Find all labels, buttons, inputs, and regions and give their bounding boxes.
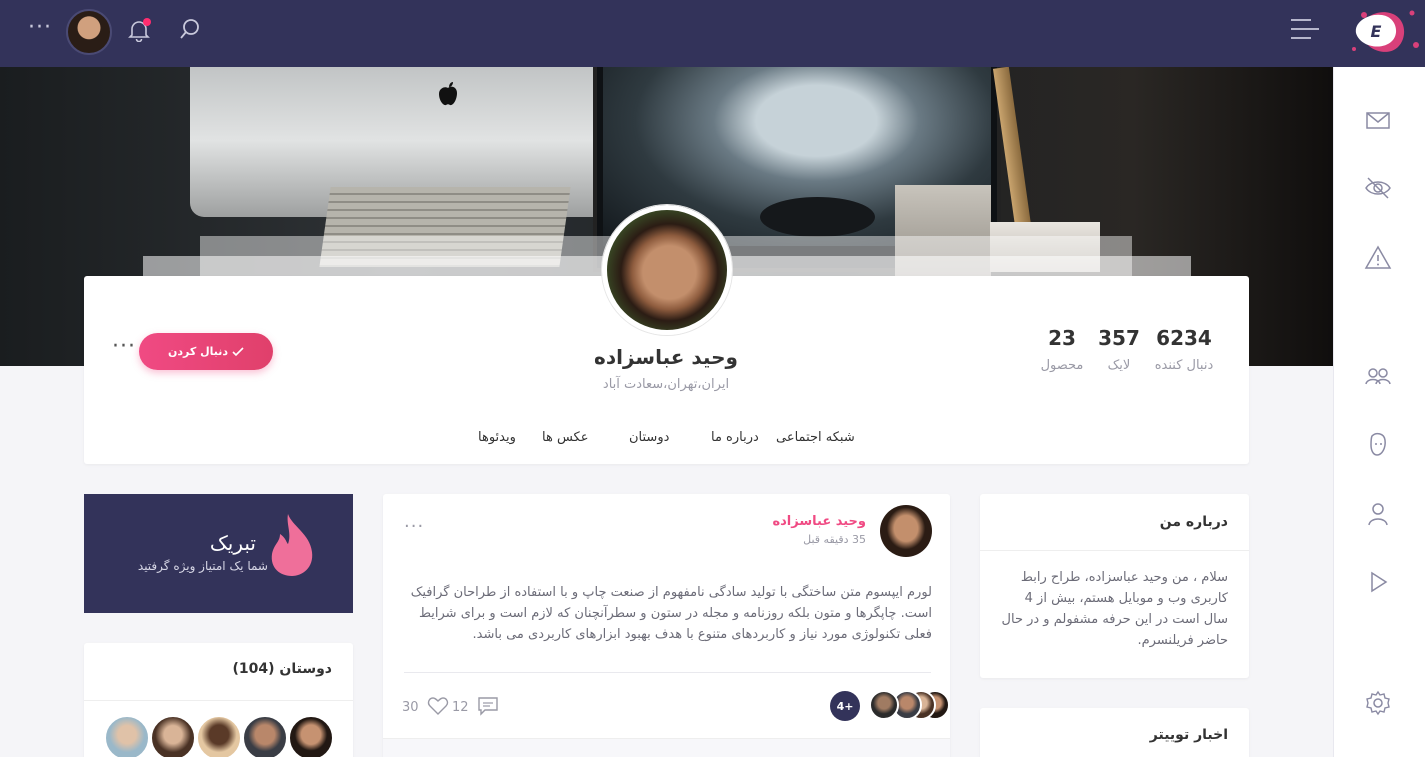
friend-avatar[interactable]: [150, 715, 196, 757]
more-dots-icon[interactable]: ···: [28, 17, 52, 39]
congrats-title: تبریک: [209, 531, 256, 555]
divider: [84, 700, 353, 701]
follow-button[interactable]: دنبال کردن: [139, 333, 273, 370]
flame-icon: [266, 512, 318, 578]
logo-letter: E: [1371, 22, 1382, 41]
liker-avatar[interactable]: [869, 690, 899, 720]
user-icon[interactable]: [1364, 500, 1392, 528]
comments-count[interactable]: 12: [452, 696, 499, 716]
tab-social[interactable]: شبکه اجتماعی: [776, 430, 855, 445]
right-sidebar: [1333, 67, 1425, 757]
tab-friends[interactable]: دوستان: [629, 430, 669, 445]
divider: [980, 550, 1249, 551]
profile-avatar[interactable]: [602, 205, 732, 335]
post-more-icon[interactable]: ···: [404, 516, 424, 537]
post-body: لورم ایپسوم متن ساختگی با تولید سادگی نا…: [410, 585, 932, 642]
heart-icon: [427, 697, 448, 715]
stat-label: محصول: [1040, 358, 1084, 373]
post-author-avatar[interactable]: [880, 505, 932, 557]
friends-title: دوستان (104): [232, 661, 333, 677]
tab-videos[interactable]: ویدئوها: [478, 430, 516, 445]
tab-photos[interactable]: عکس ها: [542, 430, 588, 445]
post-time: 35 دقیقه قبل: [803, 533, 866, 546]
post-author[interactable]: وحید عباسزاده: [700, 514, 866, 529]
profile-location: ایران،تهران،سعادت آباد: [602, 377, 730, 392]
more-likers-badge[interactable]: 4+: [830, 691, 860, 721]
profile-more-icon[interactable]: ···: [112, 336, 136, 358]
hamburger-menu-icon[interactable]: [1289, 17, 1321, 41]
friend-avatar[interactable]: [104, 715, 150, 757]
stat-products: 23 محصول: [1022, 326, 1102, 373]
divider: [404, 672, 931, 673]
users-icon[interactable]: [1364, 362, 1392, 390]
mail-icon[interactable]: [1364, 106, 1392, 134]
bell-icon[interactable]: [128, 18, 151, 43]
cover-puck: [760, 197, 875, 237]
eye-off-icon[interactable]: [1364, 174, 1392, 202]
notification-dot: [143, 18, 151, 26]
face-icon[interactable]: [1364, 430, 1392, 458]
warning-icon[interactable]: [1364, 244, 1392, 272]
search-icon[interactable]: [178, 17, 202, 41]
comment-icon: [477, 697, 498, 716]
friend-avatar[interactable]: [242, 715, 288, 757]
play-icon[interactable]: [1364, 568, 1392, 596]
check-icon: [232, 346, 244, 356]
apple-logo-icon: [437, 81, 459, 107]
comments-value: 12: [452, 700, 469, 715]
twitter-title: اخبار توییتر: [1149, 727, 1228, 743]
likes-value: 30: [402, 700, 419, 715]
likes-count[interactable]: 30: [402, 696, 449, 716]
profile-name: وحید عباسزاده: [594, 345, 738, 369]
friend-avatar[interactable]: [288, 715, 334, 757]
about-text: سلام ، من وحید عباسزاده، طراح رابط کاربر…: [1001, 570, 1228, 648]
top-bar: ··· E: [0, 0, 1425, 67]
post-comment-area: [383, 738, 950, 757]
stat-value: 23: [1048, 326, 1076, 350]
congrats-subtitle: شما یک امتیاز ویژه گرفتید: [137, 559, 268, 573]
settings-icon[interactable]: [1364, 689, 1392, 717]
friend-avatar[interactable]: [196, 715, 242, 757]
about-title: درباره من: [1159, 514, 1228, 530]
follow-label: دنبال کردن: [167, 345, 229, 358]
logo[interactable]: E: [1342, 5, 1422, 61]
tab-about[interactable]: درباره ما: [711, 430, 759, 445]
user-avatar[interactable]: [66, 9, 112, 55]
